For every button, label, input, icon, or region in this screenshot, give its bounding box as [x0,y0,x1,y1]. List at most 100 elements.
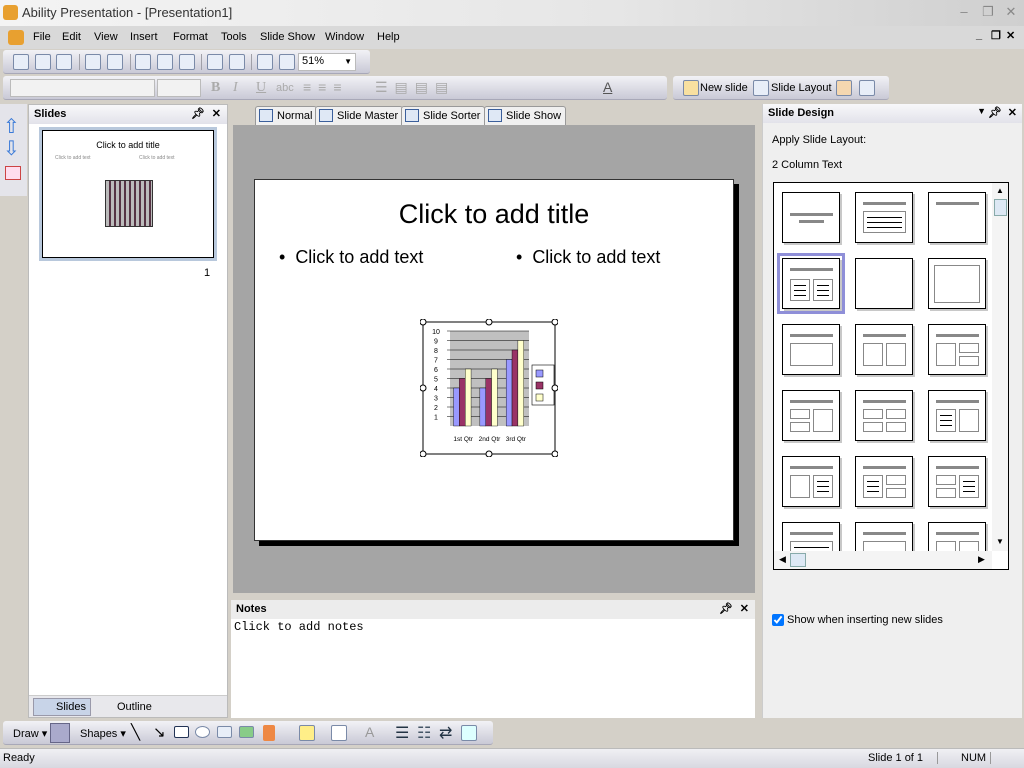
layout-two-stacked-text[interactable] [928,456,986,507]
menu-window[interactable]: Window [325,31,364,43]
text-placeholder-right[interactable]: • Click to add text [516,247,660,268]
scroll-thumb-h[interactable] [790,553,806,567]
doc-close-button[interactable]: ✕ [1006,29,1015,42]
pin-icon[interactable]: 📌︎ [719,602,733,615]
textbox-icon[interactable] [217,726,232,738]
rectangle-icon[interactable] [174,726,189,738]
layout-content-two-stacked[interactable] [928,324,986,375]
line-style-icon[interactable]: ☰ [395,723,409,743]
layout-text-two-stacked[interactable] [855,456,913,507]
cut-icon[interactable] [135,54,151,70]
print-preview-icon[interactable] [107,54,123,70]
tab-slide-show[interactable]: Slide Show [484,106,567,125]
layout-title[interactable] [782,192,840,243]
slide-show-icon[interactable] [859,80,875,96]
layout-four-content[interactable] [855,390,913,441]
close-icon[interactable]: ✕ [212,107,221,120]
line-icon[interactable]: ╲ [131,723,140,741]
layout-title-only[interactable] [928,192,986,243]
horizontal-scrollbar[interactable]: ◀ ▶ [774,551,992,569]
tab-slide-sorter[interactable]: Slide Sorter [401,106,486,125]
font-name-select[interactable] [10,79,155,97]
arrow-style-icon[interactable]: ⇄ [439,723,452,743]
tab-outline[interactable]: Outline [95,698,156,715]
scroll-down-icon[interactable]: ▼ [996,537,1004,546]
shapes-menu-button[interactable]: Shapes ▾ [80,727,126,740]
open-icon[interactable] [35,54,51,70]
layout-content[interactable] [928,258,986,309]
checkbox[interactable] [772,614,784,626]
layout-title-text[interactable] [855,192,913,243]
slide[interactable]: Click to add title • Click to add text •… [254,179,734,541]
layout-two-column-text[interactable] [777,253,845,314]
paste-icon[interactable] [179,54,195,70]
menu-insert[interactable]: Insert [130,31,158,43]
layout-title-two-content[interactable] [855,324,913,375]
layout-title-wide-text[interactable] [782,522,840,551]
doc-minimize-button[interactable]: _ [976,29,982,41]
menu-help[interactable]: Help [377,31,400,43]
chart-object[interactable]: 1 2 3 4 5 6 7 8 9 10 1st Qtr 2nd Qtr 3rd Qtr [420,319,558,457]
draw-menu-button[interactable]: Draw ▾ [13,727,47,740]
layout-title-content[interactable] [855,522,913,551]
close-button[interactable]: ✕ [1003,5,1019,19]
scroll-left-icon[interactable]: ◀ [779,554,786,565]
restore-button[interactable]: ❐ [980,5,996,19]
slide-thumbnail[interactable]: Click to add title Click to add text Cli… [39,127,217,261]
new-icon[interactable] [13,54,29,70]
scroll-thumb[interactable] [994,199,1007,216]
print-icon[interactable] [85,54,101,70]
zoom-in-icon[interactable] [257,54,273,70]
tab-normal[interactable]: Normal [255,106,318,125]
pin-icon[interactable]: 📌︎ [191,107,205,120]
picture-icon[interactable] [239,726,254,738]
strikethrough-icon[interactable]: abc [276,82,294,94]
close-icon[interactable]: ✕ [1008,106,1017,119]
arrow-icon[interactable]: ↘ [153,723,166,741]
copy-icon[interactable] [157,54,173,70]
font-size-select[interactable] [157,79,201,97]
layout-two-stacked-content[interactable] [782,390,840,441]
menu-view[interactable]: View [94,31,118,43]
slide-design-icon[interactable] [836,80,852,96]
ellipse-icon[interactable] [195,726,210,738]
redo-icon[interactable] [229,54,245,70]
alignment-icons[interactable]: ≡≡≡ [303,79,349,95]
tab-slides[interactable]: Slides [33,698,91,716]
paragraph-icons[interactable]: ☰▤▤▤ [375,79,455,96]
slide-title-placeholder[interactable]: Click to add title [255,199,733,230]
layout-title-two-content[interactable] [928,522,986,551]
chart-icon[interactable] [263,725,275,741]
show-when-inserting-checkbox[interactable]: Show when inserting new slides [772,614,943,626]
layout-blank[interactable] [855,258,913,309]
line-color-icon[interactable] [331,725,347,741]
fill-color-icon[interactable] [299,725,315,741]
zoom-select[interactable]: 51% ▼ [298,53,356,71]
vertical-scrollbar[interactable]: ▲ ▼ [992,183,1008,551]
delete-slide-icon[interactable] [5,166,21,180]
menu-tools[interactable]: Tools [221,31,247,43]
bold-icon[interactable]: B [211,80,220,96]
underline-icon[interactable]: U [256,80,266,96]
pin-icon[interactable]: 📌︎ [988,106,1002,119]
tab-slide-master[interactable]: Slide Master [315,106,404,125]
layout-content-text[interactable] [782,456,840,507]
chevron-down-icon[interactable]: ▼ [977,106,986,116]
zoom-out-icon[interactable] [279,54,295,70]
close-icon[interactable]: ✕ [740,602,749,615]
dash-style-icon[interactable]: ☷ [417,723,431,743]
notes-input[interactable]: Click to add notes [231,619,755,635]
menu-file[interactable]: File [33,31,51,43]
menu-slide-show[interactable]: Slide Show [260,31,315,43]
undo-icon[interactable] [207,54,223,70]
layout-title-content[interactable] [782,324,840,375]
scroll-right-icon[interactable]: ▶ [978,554,985,565]
italic-icon[interactable]: I [233,80,238,96]
menu-edit[interactable]: Edit [62,31,81,43]
layout-text-content[interactable] [928,390,986,441]
scroll-up-icon[interactable]: ▲ [996,186,1004,195]
minimize-button[interactable]: – [956,5,972,19]
menu-format[interactable]: Format [173,31,208,43]
save-icon[interactable] [56,54,72,70]
doc-restore-button[interactable]: ❐ [991,29,1001,42]
